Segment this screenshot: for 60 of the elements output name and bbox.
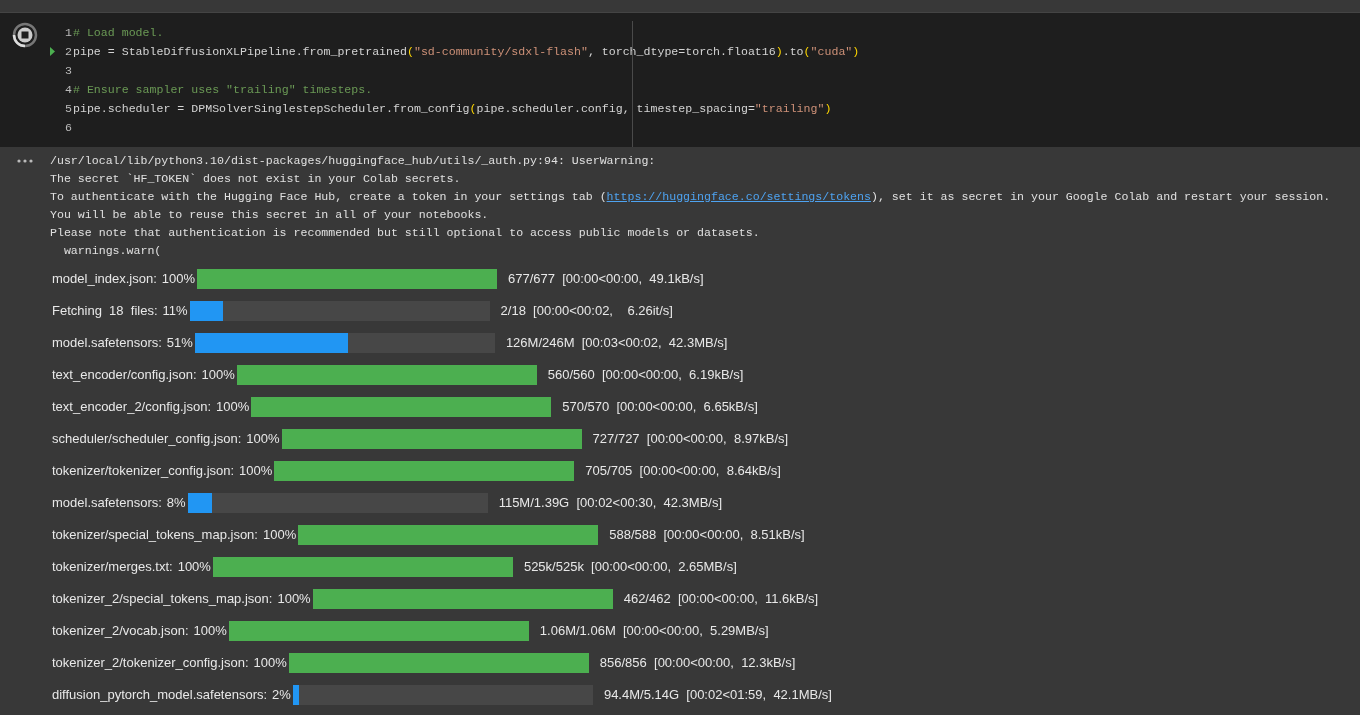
progress-label: model.safetensors: [52,494,162,513]
line-number: 4 [64,82,72,98]
progress-label: Fetching 18 files: [52,302,158,321]
output-line: Please note that authentication is recommended but still optional to access public models or datasets. [50,225,761,241]
progress-stats: 2/18 [00:00<00:02, 6.26it/s] [500,302,673,321]
progress-stats: 525k/525k [00:00<00:00, 2.65MB/s] [523,558,737,577]
line-number: 5 [64,101,72,117]
progress-percent: 51% [166,334,193,353]
progress-percent: 100% [216,398,250,417]
progress-stats: 856/856 [00:00<00:00, 12.3kB/s] [599,654,796,673]
output-line: The secret `HF_TOKEN` does not exist in your Colab secrets. [50,171,462,187]
progress-percent: 100% [161,270,196,289]
progress-label: tokenizer/special_tokens_map.json: [52,526,258,545]
output-line: To authenticate with the Hugging Face Hub, create a token in your settings tab (https://huggingface.co/settings/tokens), set it as secret in your Google Colab and restart your session. [50,189,1332,205]
progress-stats: 560/560 [00:00<00:00, 6.19kB/s] [547,366,744,385]
output-line: You will be able to reuse this secret in all of your notebooks. [50,207,490,223]
line-number: 6 [64,120,72,136]
output-line: /usr/local/lib/python3.10/dist-packages/huggingface_hub/utils/_auth.py:94: UserWarning: [50,153,657,169]
progress-stats: 126M/246M [00:03<00:02, 42.3MB/s] [505,334,728,353]
progress-label: tokenizer/tokenizer_config.json: [52,462,235,481]
line-number: 1 [64,25,72,41]
progress-percent: 8% [166,494,186,513]
progress-stats: 1.06M/1.06M [00:00<00:00, 5.29MB/s] [539,622,769,641]
progress-percent: 100% [201,366,235,385]
progress-stats: 115M/1.39G [00:02<00:30, 42.3MB/s] [498,494,723,513]
progress-stats: 727/727 [00:00<00:00, 8.97kB/s] [592,430,789,449]
progress-percent: 100% [246,430,280,449]
progress-stats: 462/462 [00:00<00:00, 11.6kB/s] [623,590,819,609]
progress-stats: 94.4M/5.14G [00:02<01:59, 42.1MB/s] [603,686,832,705]
progress-percent: 2% [272,686,291,705]
progress-label: tokenizer_2/special_tokens_map.json: [52,590,273,609]
link[interactable]: https://huggingface.co/settings/tokens [606,190,871,203]
progress-stats: 570/570 [00:00<00:00, 6.65kB/s] [562,398,758,417]
progress-percent: 100% [253,654,287,673]
progress-label: text_encoder_2/config.json: [52,398,211,417]
output-line: warnings.warn( [62,243,163,259]
stop-button[interactable] [11,21,39,49]
progress-percent: 100% [177,558,211,577]
progress-stats: 705/705 [00:00<00:00, 8.64kB/s] [585,462,781,481]
progress-stats: 677/677 [00:00<00:00, 49.1kB/s] [508,270,704,289]
progress-label: scheduler/scheduler_config.json: [52,430,242,449]
progress-label: text_encoder/config.json: [52,366,197,385]
code-line: pipe = StableDiffusionXLPipeline.from_pretrained("sd-community/sdxl-flash", torch_dtype=torch.float16).to("cuda") [72,44,860,60]
code-line: pipe.scheduler = DPMSolverSinglestepScheduler.from_config(pipe.scheduler.config, timestep_spacing="trailing") [72,101,832,117]
progress-percent: 11% [162,302,188,321]
progress-stats: 588/588 [00:00<00:00, 8.51kB/s] [609,526,805,545]
code-line: # Load model. [72,25,164,41]
progress-label: tokenizer/merges.txt: [52,558,173,577]
progress-label: model_index.json: [52,270,157,289]
progress-percent: 100% [193,622,227,641]
code-line: # Ensure sampler uses "trailing" timesteps. [72,82,373,98]
progress-percent: 100% [277,590,311,609]
progress-percent: 100% [262,526,297,545]
progress-label: diffusion_pytorch_model.safetensors: [52,686,268,705]
progress-label: tokenizer_2/vocab.json: [52,622,189,641]
progress-percent: 100% [239,462,273,481]
progress-label: model.safetensors: [52,334,162,353]
line-number: 3 [64,63,72,79]
progress-label: tokenizer_2/tokenizer_config.json: [52,654,249,673]
line-number: 2 [64,44,72,60]
